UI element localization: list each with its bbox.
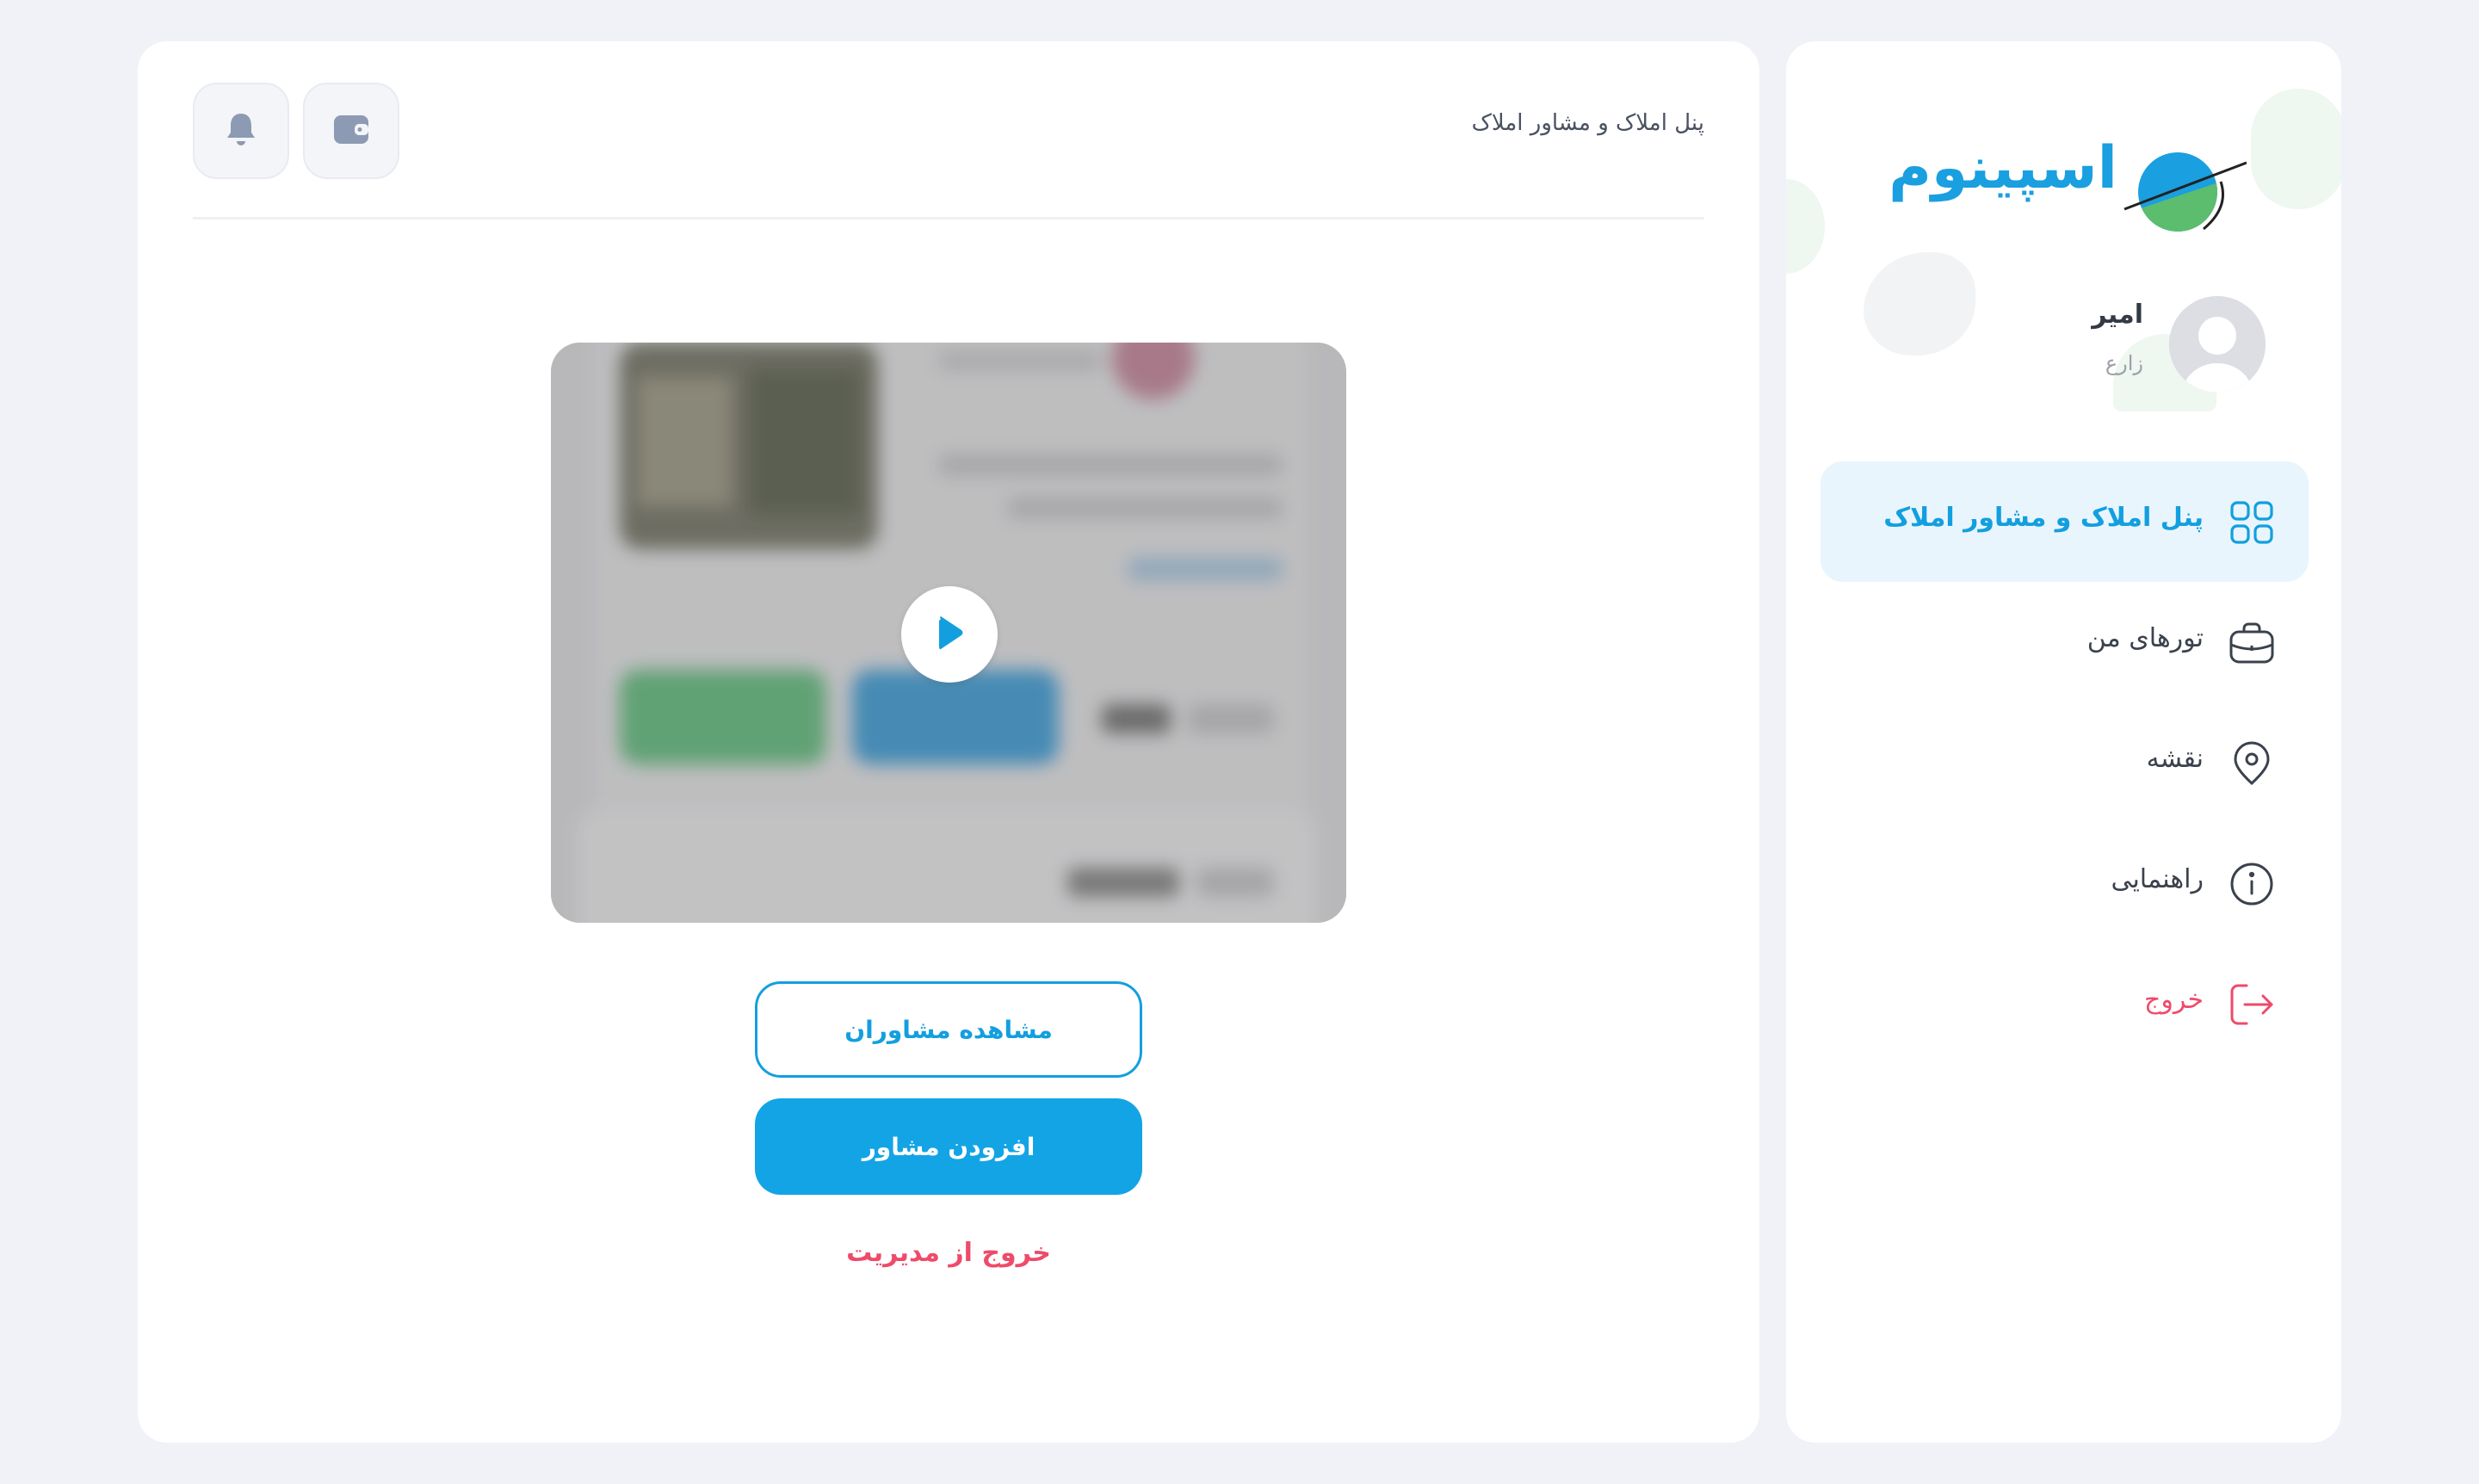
tutorial-video[interactable]: [551, 343, 1346, 923]
user-profile[interactable]: امیر زارع: [1786, 282, 2341, 411]
view-advisors-button[interactable]: مشاهده مشاوران: [755, 981, 1142, 1078]
bell-icon: [224, 110, 258, 151]
sidebar-item-realestate-panel[interactable]: پنل املاک و مشاور املاک: [1821, 461, 2309, 582]
grid-icon: [2229, 500, 2274, 545]
header-divider: [193, 217, 1704, 220]
sidebar-item-map[interactable]: نقشه: [1821, 702, 2309, 823]
map-pin-icon: [2229, 741, 2274, 786]
info-icon: [2229, 862, 2274, 906]
main-panel: پنل املاک و مشاور املاک مشاهده مشاوران ا…: [138, 41, 1759, 1443]
avatar[interactable]: [2169, 296, 2266, 393]
add-advisor-button[interactable]: افزودن مشاور: [755, 1098, 1142, 1195]
sidebar-item-label: تورهای من: [2086, 623, 2204, 653]
briefcase-icon: [2229, 621, 2274, 665]
wallet-icon: [332, 112, 370, 150]
wallet-button[interactable]: [303, 83, 399, 179]
user-role: زارع: [2105, 351, 2143, 375]
sidebar-item-label: راهنمایی: [2111, 864, 2204, 894]
page-title: پنل املاک و مشاور املاک: [1471, 110, 1704, 136]
exit-management-link[interactable]: خروج از مدیریت: [755, 1238, 1142, 1268]
logout-icon: [2229, 982, 2274, 1027]
sidebar-nav: پنل املاک و مشاور املاک تورهای من نقشه ر…: [1821, 461, 2309, 1064]
sidebar-item-label: نقشه: [2146, 744, 2204, 774]
sidebar-item-my-tours[interactable]: تورهای من: [1821, 582, 2309, 702]
sidebar: اسپینوم امیر زارع پنل املاک و مشاور املا…: [1786, 41, 2341, 1443]
sidebar-item-logout[interactable]: خروج: [1821, 943, 2309, 1064]
play-icon: [932, 614, 967, 655]
sidebar-item-help[interactable]: راهنمایی: [1821, 823, 2309, 943]
notifications-button[interactable]: [193, 83, 289, 179]
play-button[interactable]: [901, 586, 998, 683]
sidebar-item-label: پنل املاک و مشاور املاک: [1883, 503, 2204, 533]
logo[interactable]: اسپینوم: [1889, 100, 2247, 246]
avatar-placeholder-icon: [2169, 296, 2266, 393]
decorative-blob: [1786, 179, 1825, 274]
logo-text: اسپینوم: [1889, 134, 2117, 202]
sidebar-item-label: خروج: [2144, 985, 2204, 1015]
logo-planet-icon: [2124, 152, 2247, 232]
decorative-blob: [2251, 89, 2341, 209]
user-name: امیر: [2092, 300, 2143, 330]
